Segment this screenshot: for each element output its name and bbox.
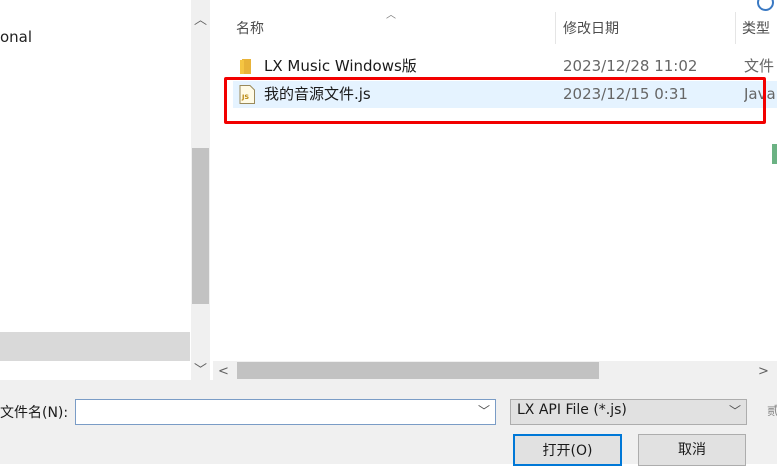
horizontal-scrollbar-thumb[interactable] — [237, 362, 599, 379]
filename-input[interactable] — [75, 399, 496, 425]
scroll-right-icon[interactable]: > — [758, 364, 769, 379]
chevron-down-icon[interactable]: ﹀ — [478, 402, 490, 419]
window-edge-accent — [772, 144, 777, 164]
column-divider[interactable] — [555, 12, 556, 44]
highlight-box — [224, 77, 766, 124]
nav-scrollbar-thumb[interactable] — [192, 148, 209, 304]
chevron-down-icon[interactable]: ﹀ — [729, 402, 741, 419]
cancel-button[interactable]: 取消 — [638, 434, 746, 466]
file-name: LX Music Windows版 — [264, 57, 417, 75]
scroll-left-icon[interactable]: < — [218, 364, 229, 379]
nav-scroll-down-icon[interactable]: ﹀ — [191, 364, 210, 377]
column-header-type[interactable]: 类型 — [742, 14, 770, 44]
file-type-filter-value: LX API File (*.js) — [517, 402, 627, 418]
nav-item-label[interactable]: onal — [0, 28, 32, 46]
nav-selected-item[interactable] — [0, 332, 190, 361]
column-header-name[interactable]: 名称 — [236, 14, 264, 44]
file-date: 2023/12/28 11:02 — [563, 57, 698, 75]
column-header-date-modified[interactable]: 修改日期 — [563, 14, 619, 44]
folder-icon — [240, 59, 251, 74]
nav-scroll-up-icon[interactable]: ︿ — [191, 14, 210, 27]
filename-label: 文件名(N): — [0, 405, 69, 421]
column-divider[interactable] — [735, 12, 736, 44]
cut-off-label: 贰 — [767, 404, 777, 418]
sort-ascending-icon: ︿ — [386, 10, 396, 21]
file-row-folder[interactable]: LX Music Windows版 2023/12/28 11:02 文件 — [233, 53, 777, 80]
navigation-pane[interactable] — [0, 0, 190, 380]
open-button[interactable]: 打开(O) — [513, 434, 622, 466]
file-type: 文件 — [744, 57, 775, 75]
